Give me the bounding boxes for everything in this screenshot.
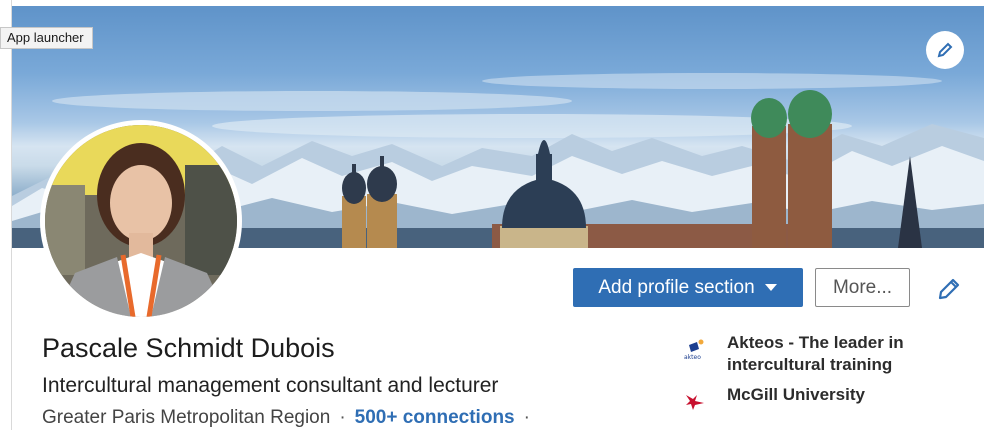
edit-banner-button[interactable] — [926, 31, 964, 69]
add-profile-section-button[interactable]: Add profile section — [573, 268, 803, 307]
app-sidebar-edge — [0, 0, 12, 430]
akteos-logo-text: akteo — [684, 354, 701, 361]
avatar — [45, 125, 237, 317]
pencil-icon — [937, 42, 953, 58]
separator-dot: · — [339, 407, 346, 428]
add-profile-section-label: Add profile section — [598, 276, 755, 298]
education-item[interactable]: McGill University — [683, 384, 937, 413]
edit-intro-button[interactable] — [932, 272, 966, 306]
current-company-item[interactable]: akteo Akteos - The leader in intercultur… — [683, 332, 937, 376]
separator-dot: · — [523, 407, 530, 428]
profile-photo[interactable] — [40, 120, 242, 322]
more-actions-label: More... — [832, 276, 893, 298]
profile-headline: Intercultural management consultant and … — [42, 374, 499, 397]
pencil-icon — [938, 278, 960, 300]
app-launcher-tooltip: App launcher — [0, 27, 93, 49]
more-actions-button[interactable]: More... — [815, 268, 910, 307]
current-company-label: Akteos - The leader in intercultural tra… — [727, 333, 904, 374]
education-label: McGill University — [727, 385, 865, 404]
profile-location: Greater Paris Metropolitan Region — [42, 407, 331, 428]
profile-photo-image — [45, 125, 237, 317]
akteos-logo-icon: akteo — [683, 337, 707, 361]
connections-link[interactable]: 500+ connections — [355, 407, 515, 428]
profile-name: Pascale Schmidt Dubois — [42, 333, 335, 363]
mcgill-logo-icon — [683, 389, 707, 413]
profile-top-card: App launcher Add profile section More...… — [0, 0, 984, 430]
profile-location-line: Greater Paris Metropolitan Region · 500+ c… — [42, 407, 539, 429]
caret-down-icon — [764, 284, 777, 291]
